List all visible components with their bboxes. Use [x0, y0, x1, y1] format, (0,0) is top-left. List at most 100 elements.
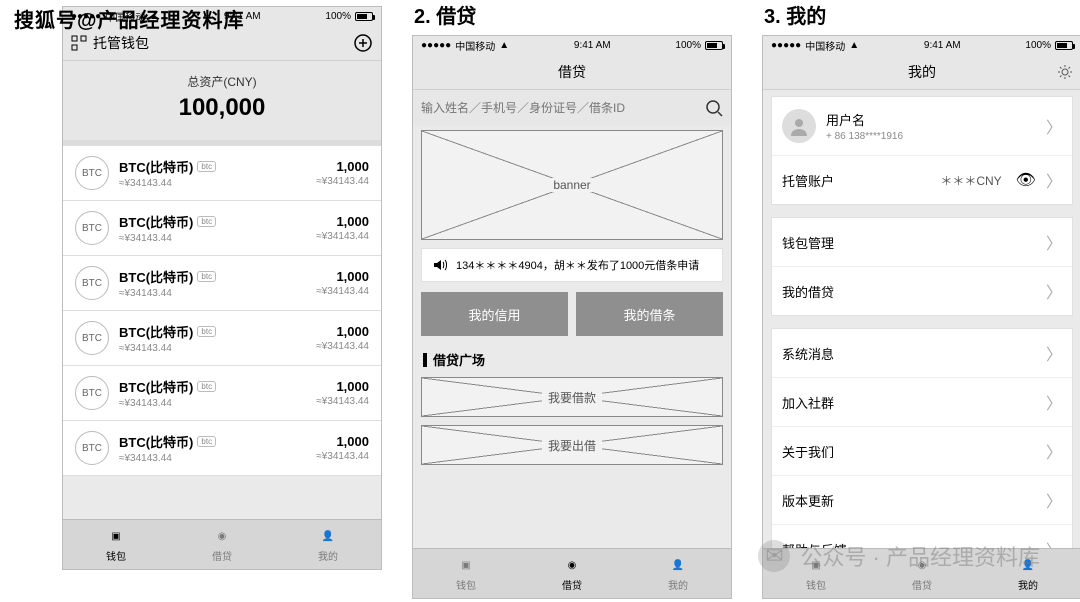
my-credit-button[interactable]: 我的信用 [421, 292, 568, 336]
chevron-right-icon: 〉 [1046, 114, 1062, 138]
escrow-row[interactable]: 托管账户 ＊＊＊CNY 👁 〉 [772, 155, 1072, 204]
mine-icon: 👤 [318, 526, 338, 546]
chevron-right-icon: 〉 [1046, 168, 1062, 192]
add-icon[interactable] [353, 33, 373, 53]
tab-lend[interactable]: ◉借贷 [169, 520, 275, 569]
chevron-right-icon: 〉 [1046, 230, 1062, 254]
profile-row[interactable]: 用户名 + 86 138****1916 〉 [772, 97, 1072, 155]
speaker-icon [432, 257, 448, 273]
status-bar: ●●●●●中国移动▲ 9:41 AM 100% [413, 36, 731, 54]
coin-badge: BTC [75, 211, 109, 245]
coin-amount-rate: ≈¥34143.44 [316, 286, 369, 297]
coin-row[interactable]: BTC BTC(比特币)btc ≈¥34143.44 1,000 ≈¥34143… [63, 146, 381, 201]
coin-rate: ≈¥34143.44 [119, 288, 306, 299]
notice-text: 134＊＊＊＊4904，胡＊＊发布了1000元借条申请 [456, 257, 699, 273]
banner-placeholder[interactable]: banner [421, 130, 723, 240]
coin-amount: 1,000 [316, 214, 369, 229]
coin-name: BTC(比特币)btc [119, 432, 306, 451]
coin-name: BTC(比特币)btc [119, 377, 306, 396]
coin-amount: 1,000 [316, 434, 369, 449]
coin-badge: BTC [75, 431, 109, 465]
nav-title: 我的 [908, 62, 936, 82]
phone-mine: ●●●●●中国移动▲ 9:41 AM 100% 我的 用户名 + 86 138**… [762, 35, 1080, 599]
coin-row[interactable]: BTC BTC(比特币)btc ≈¥34143.44 1,000 ≈¥34143… [63, 201, 381, 256]
coin-name: BTC(比特币)btc [119, 212, 306, 231]
coin-amount: 1,000 [316, 269, 369, 284]
screen2-heading: 2. 借贷 [414, 0, 732, 29]
coin-amount-rate: ≈¥34143.44 [316, 396, 369, 407]
scan-icon[interactable] [71, 35, 87, 51]
tab-mine[interactable]: 👤我的 [625, 549, 731, 598]
notice-bar[interactable]: 134＊＊＊＊4904，胡＊＊发布了1000元借条申请 [421, 248, 723, 282]
coin-amount: 1,000 [316, 324, 369, 339]
search-input[interactable] [421, 96, 699, 120]
coin-amount: 1,000 [316, 159, 369, 174]
section-title-square: 借贷广场 [413, 342, 731, 373]
coin-name: BTC(比特币)btc [119, 157, 306, 176]
watermark-top-left: 搜狐号@产品经理资料库 [14, 4, 245, 33]
coin-rate: ≈¥34143.44 [119, 233, 306, 244]
navbar: 借贷 [413, 54, 731, 90]
asset-summary: 总资产(CNY) 100,000 [63, 61, 381, 146]
tab-wallet[interactable]: ▣钱包 [413, 549, 519, 598]
tab-mine[interactable]: 👤我的 [275, 520, 381, 569]
menu-label: 系统消息 [782, 344, 1036, 363]
user-phone: + 86 138****1916 [826, 131, 1036, 142]
chevron-right-icon: 〉 [1046, 279, 1062, 303]
coin-badge: BTC [75, 321, 109, 355]
chevron-right-icon: 〉 [1046, 341, 1062, 365]
my-iou-button[interactable]: 我的借条 [576, 292, 723, 336]
screen3-heading: 3. 我的 [764, 0, 1080, 29]
asset-total: 100,000 [63, 94, 381, 122]
coin-badge: BTC [75, 266, 109, 300]
nav-title: 托管钱包 [93, 33, 149, 53]
borrow-button[interactable]: 我要借款 [421, 377, 723, 417]
chevron-right-icon: 〉 [1046, 537, 1062, 548]
coin-amount: 1,000 [316, 379, 369, 394]
coin-badge: BTC [75, 156, 109, 190]
menu-row[interactable]: 加入社群〉 [772, 377, 1072, 426]
tab-wallet[interactable]: ▣钱包 [63, 520, 169, 569]
search-row [413, 90, 731, 126]
coin-amount-rate: ≈¥34143.44 [316, 231, 369, 242]
menu-row[interactable]: 系统消息〉 [772, 329, 1072, 377]
menu-row[interactable]: 我的借贷〉 [772, 266, 1072, 315]
menu-label: 钱包管理 [782, 233, 1036, 252]
battery-icon [355, 12, 373, 21]
user-name: 用户名 [826, 110, 1036, 129]
tab-bar: ▣钱包 ◉借贷 👤我的 [63, 519, 381, 569]
coin-name: BTC(比特币)btc [119, 267, 306, 286]
coin-amount-rate: ≈¥34143.44 [316, 176, 369, 187]
coin-row[interactable]: BTC BTC(比特币)btc ≈¥34143.44 1,000 ≈¥34143… [63, 256, 381, 311]
coin-row[interactable]: BTC BTC(比特币)btc ≈¥34143.44 1,000 ≈¥34143… [63, 421, 381, 476]
eye-icon[interactable]: 👁 [1016, 170, 1036, 190]
gear-icon[interactable] [1057, 64, 1073, 80]
menu-label: 版本更新 [782, 491, 1036, 510]
menu-label: 我的借贷 [782, 282, 1036, 301]
coin-row[interactable]: BTC BTC(比特币)btc ≈¥34143.44 1,000 ≈¥34143… [63, 366, 381, 421]
lend-button[interactable]: 我要出借 [421, 425, 723, 465]
chevron-right-icon: 〉 [1046, 439, 1062, 463]
coin-row[interactable]: BTC BTC(比特币)btc ≈¥34143.44 1,000 ≈¥34143… [63, 311, 381, 366]
tab-lend[interactable]: ◉借贷 [519, 549, 625, 598]
coin-rate: ≈¥34143.44 [119, 398, 306, 409]
wechat-icon: ✉ [758, 540, 790, 572]
coin-name: BTC(比特币)btc [119, 322, 306, 341]
coin-rate: ≈¥34143.44 [119, 453, 306, 464]
escrow-label: 托管账户 [782, 171, 930, 190]
watermark-bottom-right: ✉ 公众号 · 产品经理资料库 [758, 540, 1040, 572]
phone-lend: ●●●●●中国移动▲ 9:41 AM 100% 借贷 banner 134＊＊＊… [412, 35, 732, 599]
menu-row[interactable]: 钱包管理〉 [772, 218, 1072, 266]
menu-row[interactable]: 关于我们〉 [772, 426, 1072, 475]
status-bar: ●●●●●中国移动▲ 9:41 AM 100% [763, 36, 1080, 54]
chevron-right-icon: 〉 [1046, 390, 1062, 414]
navbar: 我的 [763, 54, 1080, 90]
search-icon[interactable] [705, 99, 723, 117]
chevron-right-icon: 〉 [1046, 488, 1062, 512]
phone-wallet: ●●●●●中国移动▲ 9:41 AM 100% 托管钱包 总资产(CNY) 10… [62, 6, 382, 570]
lend-icon: ◉ [212, 526, 232, 546]
coin-rate: ≈¥34143.44 [119, 178, 306, 189]
menu-row[interactable]: 版本更新〉 [772, 475, 1072, 524]
coin-badge: BTC [75, 376, 109, 410]
menu-label: 加入社群 [782, 393, 1036, 412]
